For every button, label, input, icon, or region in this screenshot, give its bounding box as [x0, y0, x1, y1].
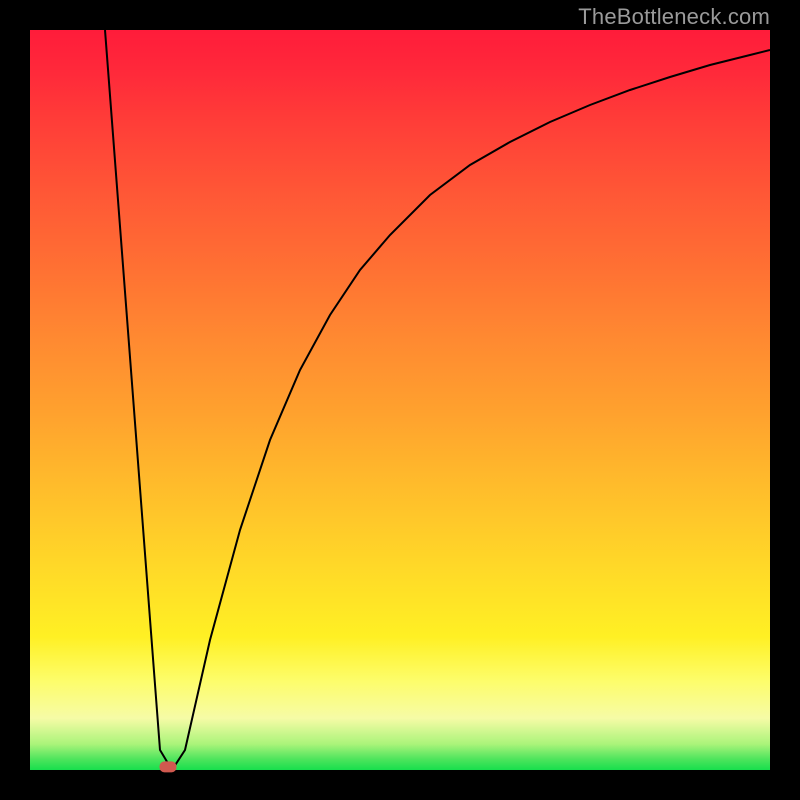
watermark-text: TheBottleneck.com [578, 4, 770, 30]
marker-icon [160, 761, 177, 772]
gradient-background [30, 30, 770, 770]
plot-area [30, 30, 770, 770]
chart-container: TheBottleneck.com [0, 0, 800, 800]
optimum-marker [160, 761, 177, 772]
